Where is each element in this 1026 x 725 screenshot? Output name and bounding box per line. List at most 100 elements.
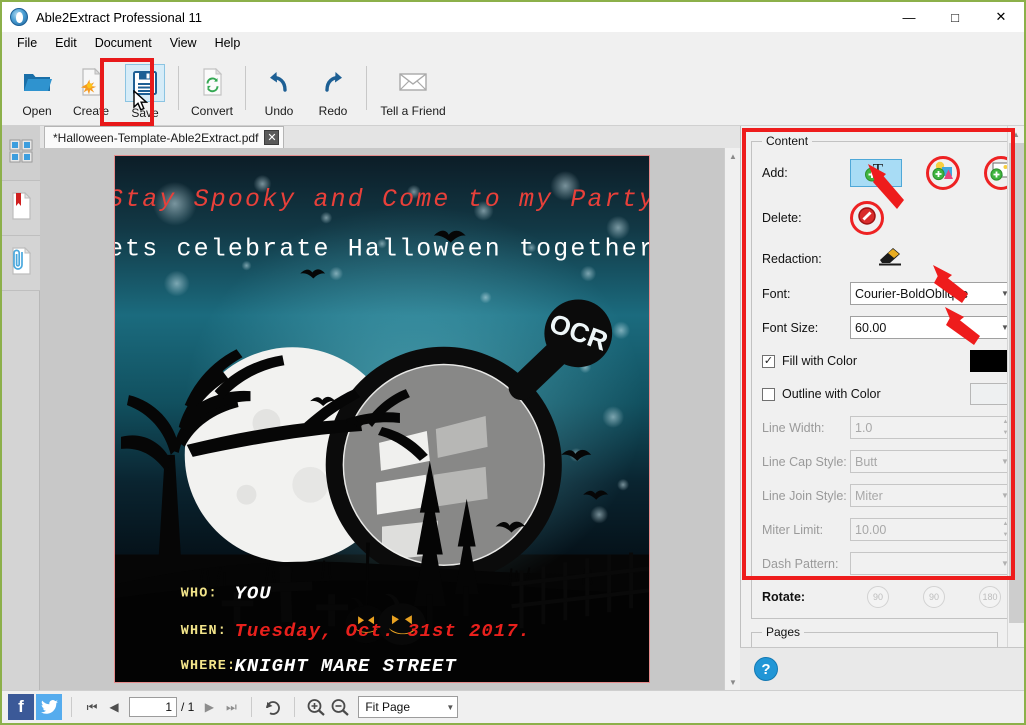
help-button[interactable]: ? xyxy=(754,657,778,681)
attachments-paperclip-icon xyxy=(9,246,33,280)
fill-with-color-label: Fill with Color xyxy=(782,354,858,368)
poster-subhead: Lets celebrate Halloween together! xyxy=(115,236,649,264)
prev-page-button[interactable]: ◀ xyxy=(103,696,125,718)
create-label: Create xyxy=(72,104,110,118)
status-separator-1 xyxy=(71,697,72,717)
menu-file[interactable]: File xyxy=(8,33,46,53)
add-label: Add: xyxy=(762,166,788,180)
bookmarks-icon xyxy=(9,191,33,225)
rotate-left-90-button[interactable]: 90 xyxy=(867,586,889,608)
redaction-label: Redaction: xyxy=(762,251,822,266)
add-shape-button[interactable] xyxy=(926,156,960,190)
properties-panel: Content Add: T Delete: Redaction: Font: … xyxy=(740,126,1024,723)
window-title: Able2Extract Professional 11 xyxy=(36,9,202,25)
menu-view[interactable]: View xyxy=(161,33,206,53)
rotate-buttons: 90 90 180 xyxy=(850,586,1018,608)
twitter-icon[interactable] xyxy=(36,694,62,720)
fill-with-color-checkbox[interactable]: ✓ xyxy=(762,354,775,368)
rotate-180-button[interactable]: 180 xyxy=(979,586,1001,608)
poster-where-label: WHERE: xyxy=(181,659,237,674)
sidebar-item-thumbnails[interactable] xyxy=(2,126,40,181)
tell-a-friend-button[interactable]: Tell a Friend xyxy=(373,58,453,120)
content-group: Content Add: T Delete: Redaction: Font: … xyxy=(751,134,1024,619)
add-buttons: T xyxy=(850,156,1018,190)
close-icon[interactable]: ✕ xyxy=(264,130,280,145)
pages-group-legend: Pages xyxy=(766,625,801,639)
status-separator-2 xyxy=(251,697,253,717)
redo-label: Redo xyxy=(318,104,348,118)
facebook-icon[interactable]: f xyxy=(8,694,34,720)
panel-scrollbar[interactable]: ▲ ▼ xyxy=(1007,126,1024,690)
convert-label: Convert xyxy=(190,104,234,118)
miter-limit-input[interactable]: 10.00 ▲ ▼ xyxy=(850,518,1018,541)
status-bar: f ⏮ ◀ 1 / 1 ▶ ⏭ Fit Page ▼ xyxy=(2,690,1024,723)
zoom-out-icon[interactable] xyxy=(328,696,352,718)
sidebar-item-bookmarks[interactable] xyxy=(2,181,40,236)
redo-button[interactable]: Redo xyxy=(306,58,360,120)
last-page-button[interactable]: ⏭ xyxy=(220,696,242,718)
delete-row: Delete: xyxy=(762,201,1018,235)
menu-edit[interactable]: Edit xyxy=(46,33,86,53)
undo-arrow-icon xyxy=(262,66,296,98)
menu-help[interactable]: Help xyxy=(206,33,250,53)
convert-refresh-icon xyxy=(195,66,229,98)
folder-open-icon xyxy=(20,66,54,98)
miter-limit-value: 10.00 xyxy=(855,522,887,537)
create-pdf-icon xyxy=(74,66,108,98)
first-page-button[interactable]: ⏮ xyxy=(81,696,103,718)
scroll-up-icon[interactable]: ▲ xyxy=(725,148,740,164)
rotate-view-icon[interactable] xyxy=(261,696,285,718)
thumbnails-grid-icon xyxy=(8,138,34,169)
line-width-row: Line Width: 1.0 ▲ ▼ xyxy=(762,416,1018,439)
sidebar-item-attachments[interactable] xyxy=(2,236,40,291)
line-cap-style-value: Butt xyxy=(855,454,878,469)
panel-scroll-thumb[interactable] xyxy=(1009,143,1024,623)
dash-pattern-select[interactable]: ▼ xyxy=(850,552,1018,575)
zoom-in-icon[interactable] xyxy=(304,696,328,718)
page-number-input[interactable]: 1 xyxy=(129,697,177,717)
scroll-up-icon[interactable]: ▲ xyxy=(1008,126,1024,142)
dash-pattern-label: Dash Pattern: xyxy=(762,556,839,571)
mouse-cursor-icon xyxy=(133,90,149,111)
scroll-down-icon[interactable]: ▼ xyxy=(725,674,740,690)
next-page-button[interactable]: ▶ xyxy=(198,696,220,718)
line-width-input[interactable]: 1.0 ▲ ▼ xyxy=(850,416,1018,439)
document-tab[interactable]: *Halloween-Template-Able2Extract.pdf ✕ xyxy=(44,126,285,148)
document-tab-label: *Halloween-Template-Able2Extract.pdf xyxy=(53,130,259,145)
maximize-button[interactable]: □ xyxy=(932,2,978,32)
line-join-style-select[interactable]: Miter ▼ xyxy=(850,484,1018,507)
minimize-button[interactable]: — xyxy=(886,2,932,32)
outline-with-color-checkbox[interactable] xyxy=(762,387,775,401)
open-button[interactable]: Open xyxy=(10,58,64,120)
document-scrollbar[interactable]: ▲ ▼ xyxy=(724,148,740,690)
font-size-select[interactable]: 60.00 ▼ xyxy=(850,316,1018,339)
poster-when-value: Tuesday, Oct. 31st 2017. xyxy=(235,620,531,642)
convert-button[interactable]: Convert xyxy=(185,58,239,120)
pdf-page[interactable]: OCR Stay Spooky and Come to my Party Let… xyxy=(114,155,650,683)
delete-button[interactable] xyxy=(850,201,884,235)
outline-with-color-label: Outline with Color xyxy=(782,387,881,401)
rotate-label: Rotate: xyxy=(762,590,806,604)
add-text-button[interactable]: T xyxy=(850,159,902,187)
rotate-right-90-button[interactable]: 90 xyxy=(923,586,945,608)
delete-label: Delete: xyxy=(762,211,802,225)
create-button[interactable]: Create xyxy=(64,58,118,120)
close-button[interactable]: ✕ xyxy=(978,2,1024,32)
document-view: OCR Stay Spooky and Come to my Party Let… xyxy=(40,148,740,690)
chevron-down-icon[interactable]: ▼ xyxy=(446,703,454,712)
redaction-marker-icon[interactable] xyxy=(877,246,903,271)
line-cap-style-select[interactable]: Butt ▼ xyxy=(850,450,1018,473)
line-join-style-value: Miter xyxy=(855,488,883,503)
app-logo-icon xyxy=(10,8,28,26)
font-select[interactable]: Courier-BoldOblique ▼ xyxy=(850,282,1018,305)
menu-document[interactable]: Document xyxy=(86,33,161,53)
miter-limit-row: Miter Limit: 10.00 ▲ ▼ xyxy=(762,518,1018,541)
line-join-style-row: Line Join Style: Miter ▼ xyxy=(762,484,1018,507)
rotate-row: Rotate: 90 90 180 xyxy=(762,586,1018,608)
font-size-row: Font Size: 60.00 ▼ xyxy=(762,316,1018,339)
undo-button[interactable]: Undo xyxy=(252,58,306,120)
undo-label: Undo xyxy=(264,104,294,118)
font-value: Courier-BoldOblique xyxy=(855,286,969,301)
zoom-mode-select[interactable]: Fit Page ▼ xyxy=(358,696,459,718)
halloween-poster-artwork: OCR Stay Spooky and Come to my Party Let… xyxy=(115,156,649,682)
